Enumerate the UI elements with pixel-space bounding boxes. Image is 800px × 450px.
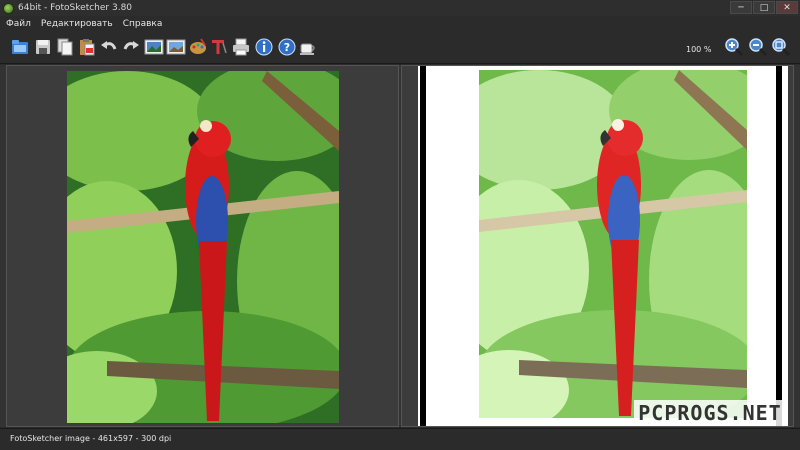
info-icon[interactable] — [254, 37, 274, 57]
status-bar: FotoSketcher image - 461x597 - 300 dpi — [0, 428, 800, 450]
zoom-out-icon[interactable] — [748, 37, 768, 57]
redo-icon[interactable] — [121, 37, 141, 57]
svg-text:?: ? — [284, 41, 290, 54]
frame-bar-right — [776, 66, 782, 426]
zoom-in-icon[interactable] — [724, 37, 744, 57]
paste-icon[interactable] — [77, 37, 97, 57]
image-after-icon[interactable] — [166, 37, 186, 57]
print-icon[interactable] — [231, 37, 251, 57]
menu-bar: Файл Редактировать Справка — [0, 16, 800, 32]
sketch-photo — [479, 70, 747, 418]
frame-bar-left — [420, 66, 426, 426]
workspace — [0, 65, 800, 427]
menu-help[interactable]: Справка — [123, 19, 163, 29]
status-text: FotoSketcher image - 461x597 - 300 dpi — [10, 434, 172, 443]
window-title: 64bit - FotoSketcher 3.80 — [18, 3, 133, 13]
save-icon[interactable] — [33, 37, 53, 57]
help-icon[interactable]: ? — [277, 37, 297, 57]
text-icon[interactable] — [208, 37, 228, 57]
undo-icon[interactable] — [99, 37, 119, 57]
close-button[interactable]: ✕ — [776, 1, 798, 14]
coffee-icon[interactable] — [298, 37, 318, 57]
minimize-button[interactable]: ─ — [730, 1, 752, 14]
maximize-button[interactable]: □ — [753, 1, 775, 14]
zoom-level: 100 % — [686, 45, 712, 54]
original-photo — [67, 71, 339, 423]
app-icon — [3, 2, 14, 14]
title-bar: 64bit - FotoSketcher 3.80 ─ □ ✕ — [0, 0, 800, 16]
result-image-pane[interactable] — [401, 65, 794, 427]
menu-file[interactable]: Файл — [6, 19, 31, 29]
result-canvas — [418, 66, 788, 426]
toolbar: ? 100 % — [0, 32, 800, 64]
palette-icon[interactable] — [188, 37, 208, 57]
open-folder-icon[interactable] — [10, 37, 30, 57]
watermark: PCPROGS.NET — [634, 400, 786, 426]
image-before-icon[interactable] — [144, 37, 164, 57]
copy-icon[interactable] — [55, 37, 75, 57]
original-image-pane[interactable] — [6, 65, 399, 427]
zoom-fit-icon[interactable] — [771, 37, 791, 57]
menu-edit[interactable]: Редактировать — [41, 19, 113, 29]
